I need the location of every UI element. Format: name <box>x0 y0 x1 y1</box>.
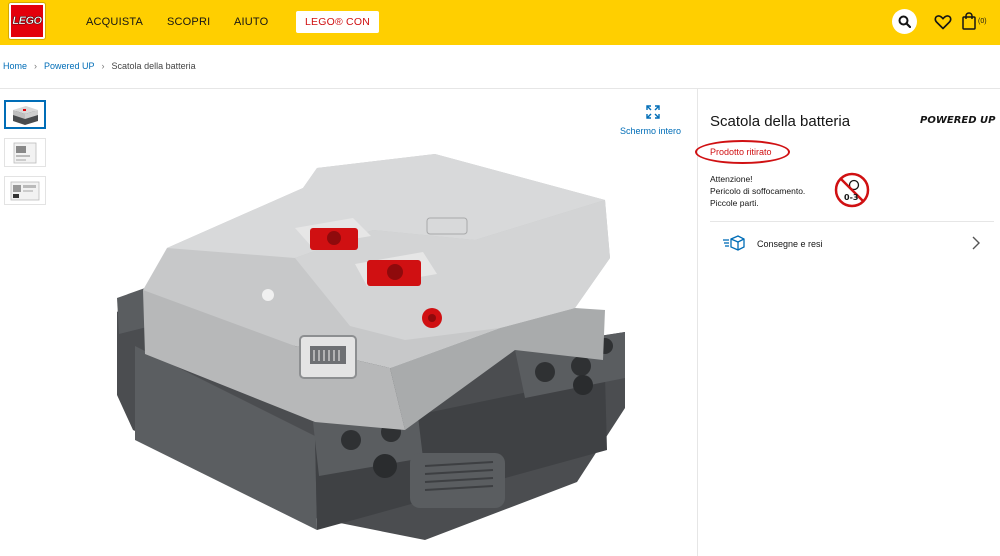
warning-line: Attenzione! <box>710 174 753 184</box>
svg-text:0-3: 0-3 <box>844 193 858 202</box>
nav-scopri[interactable]: SCOPRI <box>167 16 210 28</box>
delivery-box-icon <box>723 235 745 251</box>
warning-line: Pericolo di soffocamento. <box>710 186 806 196</box>
search-icon <box>898 15 911 28</box>
info-divider <box>710 221 994 222</box>
svg-text:POWERED UP: POWERED UP <box>920 115 996 126</box>
site-header: LEGO ACQUISTA SCOPRI AIUTO LEGO® CON (0) <box>0 0 1000 45</box>
breadcrumb-home[interactable]: Home <box>3 61 27 71</box>
fullscreen-icon[interactable] <box>645 104 661 120</box>
warning-line: Piccole parti. <box>710 198 759 208</box>
breadcrumb-separator-icon: › <box>101 61 105 71</box>
product-title: Scatola della batteria <box>710 113 851 130</box>
delivery-returns-label: Consegne e resi <box>757 239 823 249</box>
fullscreen-label[interactable]: Schermo intero <box>620 126 681 136</box>
thumbnail-1[interactable] <box>4 100 46 129</box>
delivery-returns-row[interactable]: Consegne e resi <box>710 230 994 256</box>
box-back-thumbnail-image <box>10 181 40 200</box>
choking-hazard-icon: 0-3 <box>834 172 870 208</box>
bag-icon[interactable] <box>962 12 976 30</box>
product-thumbnail-image <box>13 105 38 125</box>
vertical-divider <box>697 88 698 556</box>
nav-aiuto[interactable]: AIUTO <box>234 16 268 28</box>
thumbnail-2[interactable] <box>4 138 46 167</box>
lego-con-button[interactable]: LEGO® CON <box>296 11 379 33</box>
heart-icon[interactable] <box>934 13 952 31</box>
breadcrumb-powered-up[interactable]: Powered UP <box>44 61 95 71</box>
breadcrumb: Home › Powered UP › Scatola della batter… <box>3 61 196 71</box>
product-main-image <box>117 154 625 540</box>
product-status: Prodotto ritirato <box>710 147 772 157</box>
thumbnail-3[interactable] <box>4 176 46 205</box>
safety-warning: Attenzione! Pericolo di soffocamento. Pi… <box>710 173 805 209</box>
lego-logo[interactable]: LEGO <box>9 3 45 39</box>
search-button[interactable] <box>892 9 917 34</box>
divider <box>0 88 1000 89</box>
breadcrumb-separator-icon: › <box>34 61 38 71</box>
box-front-thumbnail-image <box>13 142 37 163</box>
powered-up-logo: POWERED UP <box>920 115 996 126</box>
nav-acquista[interactable]: ACQUISTA <box>86 16 143 28</box>
chevron-right-icon <box>972 236 980 250</box>
bag-count[interactable]: (0) <box>978 18 987 25</box>
breadcrumb-current: Scatola della batteria <box>111 61 196 71</box>
